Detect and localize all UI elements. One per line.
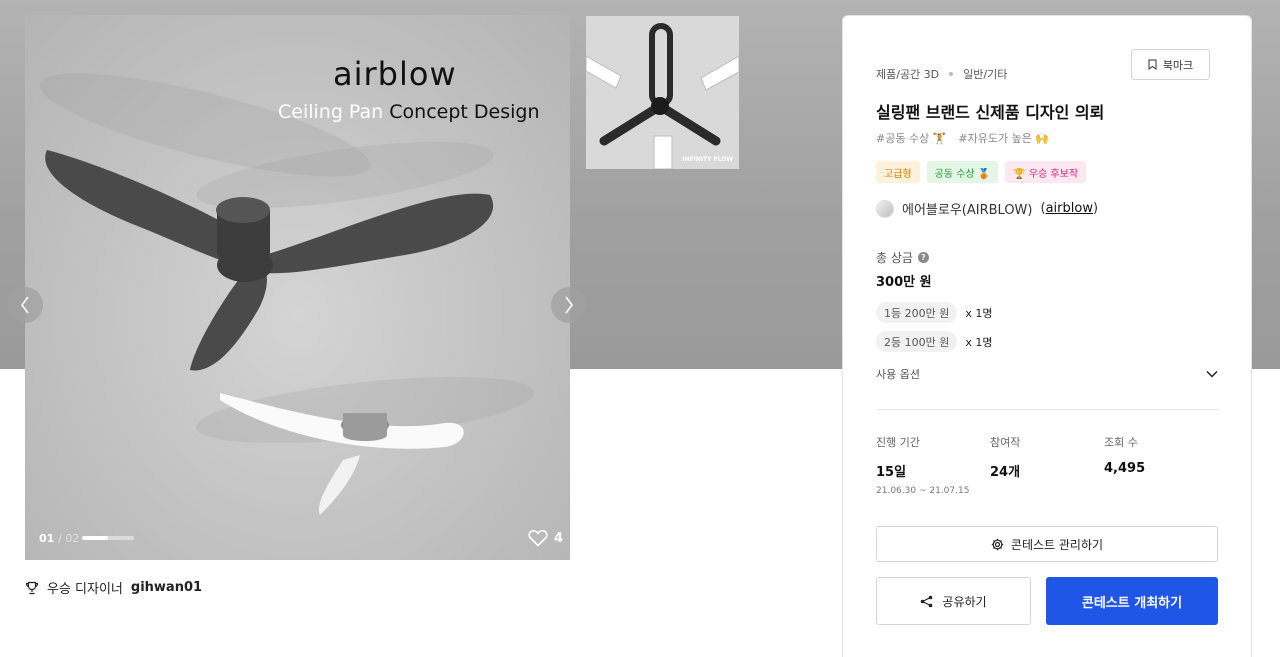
help-icon[interactable]: ? bbox=[917, 252, 929, 263]
chevron-right-icon bbox=[565, 296, 573, 314]
brand-logo: airblow bbox=[333, 55, 457, 93]
share-label: 공유하기 bbox=[942, 594, 987, 609]
tag-high-freedom[interactable]: #자유도가 높은 🙌 bbox=[958, 130, 1049, 146]
thumbnail-caption: INFINITY FLOW bbox=[682, 156, 733, 163]
trophy-icon bbox=[25, 581, 39, 594]
prize-count: x 1명 bbox=[965, 335, 993, 349]
host-handle-link[interactable]: airblow bbox=[1046, 201, 1093, 216]
prize-row-second: 2등 100만 원 x 1명 bbox=[876, 331, 992, 352]
gallery-thumbnail[interactable]: INFINITY FLOW bbox=[586, 16, 739, 169]
main-gallery-image[interactable]: airblow Ceiling Pan Concept Design 01 / … bbox=[25, 15, 570, 560]
pager-current: 01 bbox=[39, 532, 55, 545]
stat-entries-label: 참여작 bbox=[990, 436, 1021, 449]
chevron-left-icon bbox=[21, 296, 29, 314]
stat-period-value: 15일 bbox=[876, 465, 907, 480]
gallery-pager: 01 / 02 bbox=[39, 532, 80, 545]
share-icon bbox=[921, 595, 933, 607]
badge-winning-candidate: 🏆 우승 후보작 bbox=[1005, 161, 1087, 183]
usage-options-label: 사용 옵션 bbox=[876, 368, 920, 381]
stat-period-range: 21.06.30 ~ 21.07.15 bbox=[876, 486, 970, 496]
host-avatar bbox=[876, 199, 894, 218]
badge-level: 고급형 bbox=[876, 161, 920, 183]
manage-contest-label: 콘테스트 관리하기 bbox=[1010, 537, 1104, 552]
stat-period: 진행 기간 15일 21.06.30 ~ 21.07.15 bbox=[876, 434, 969, 496]
host-name: 에어블로우(AIRBLOW) bbox=[902, 203, 1033, 218]
pager-progress-fill bbox=[82, 536, 108, 540]
heart-icon bbox=[528, 529, 548, 547]
brand-subtitle-light: Ceiling Pan bbox=[278, 101, 384, 123]
prize-label: 총 상금 ? bbox=[876, 249, 929, 266]
winning-designer: 우승 디자이너 gihwan01 bbox=[25, 578, 202, 597]
stat-entries: 참여작 24개 bbox=[990, 434, 1020, 480]
prize-label-text: 총 상금 bbox=[876, 251, 913, 265]
chevron-down-icon bbox=[1206, 370, 1218, 378]
stat-views: 조회 수 4,495 bbox=[1104, 434, 1145, 476]
breadcrumb-category[interactable]: 제품/공간 3D bbox=[876, 66, 939, 82]
divider bbox=[876, 409, 1218, 410]
prize-rank: 1등 200만 원 bbox=[876, 302, 958, 323]
stat-views-label: 조회 수 bbox=[1104, 436, 1138, 449]
like-button[interactable]: 4 bbox=[528, 529, 563, 547]
stat-entries-value: 24개 bbox=[990, 465, 1021, 480]
bookmark-icon bbox=[1148, 59, 1157, 70]
contest-info-panel: 제품/공간 3D 일반/기타 북마크 실링팬 브랜드 신제품 디자인 의뢰 #공… bbox=[842, 15, 1252, 657]
host-contest-button[interactable]: 콘테스트 개최하기 bbox=[1046, 577, 1218, 625]
brand-subtitle: Ceiling Pan Concept Design bbox=[278, 101, 540, 123]
usage-options-toggle[interactable]: 사용 옵션 bbox=[876, 366, 1218, 382]
prize-count: x 1명 bbox=[965, 306, 993, 320]
contest-badges: 고급형 공동 수상 🥉 🏆 우승 후보작 bbox=[876, 161, 1087, 183]
prize-row-first: 1등 200만 원 x 1명 bbox=[876, 302, 992, 323]
breadcrumb: 제품/공간 3D 일반/기타 bbox=[876, 66, 1007, 82]
designer-label: 우승 디자이너 bbox=[47, 582, 123, 597]
prize-rank: 2등 100만 원 bbox=[876, 331, 958, 352]
gallery-prev-button[interactable] bbox=[7, 287, 43, 323]
pager-progress-track bbox=[82, 536, 134, 540]
thumbnail-fan-illustration bbox=[586, 16, 739, 169]
pager-total: 02 bbox=[65, 532, 80, 545]
contest-title: 실링팬 브랜드 신제품 디자인 의뢰 bbox=[876, 103, 1105, 122]
host-info: 에어블로우(AIRBLOW) (airblow) bbox=[876, 199, 1098, 218]
gallery-next-button[interactable] bbox=[551, 287, 587, 323]
share-button[interactable]: 공유하기 bbox=[876, 577, 1031, 625]
brand-subtitle-dark: Concept Design bbox=[389, 101, 540, 123]
stat-period-label: 진행 기간 bbox=[876, 436, 920, 449]
designer-name[interactable]: gihwan01 bbox=[131, 580, 202, 595]
breadcrumb-subcategory[interactable]: 일반/기타 bbox=[963, 66, 1007, 82]
bookmark-label: 북마크 bbox=[1162, 58, 1194, 72]
manage-contest-button[interactable]: 콘테스트 관리하기 bbox=[876, 526, 1218, 562]
breadcrumb-separator bbox=[949, 72, 954, 76]
contest-tags: #공동 수상 🏋 #자유도가 높은 🙌 bbox=[876, 130, 1049, 146]
fan-illustration bbox=[39, 73, 535, 515]
stat-views-value: 4,495 bbox=[1104, 461, 1146, 476]
tag-joint-award[interactable]: #공동 수상 🏋 bbox=[876, 130, 946, 146]
bookmark-button[interactable]: 북마크 bbox=[1131, 49, 1210, 80]
gear-icon bbox=[991, 538, 1004, 550]
badge-joint-award: 공동 수상 🥉 bbox=[926, 161, 999, 183]
prize-total: 300만 원 bbox=[876, 275, 932, 290]
like-count: 4 bbox=[554, 530, 564, 546]
